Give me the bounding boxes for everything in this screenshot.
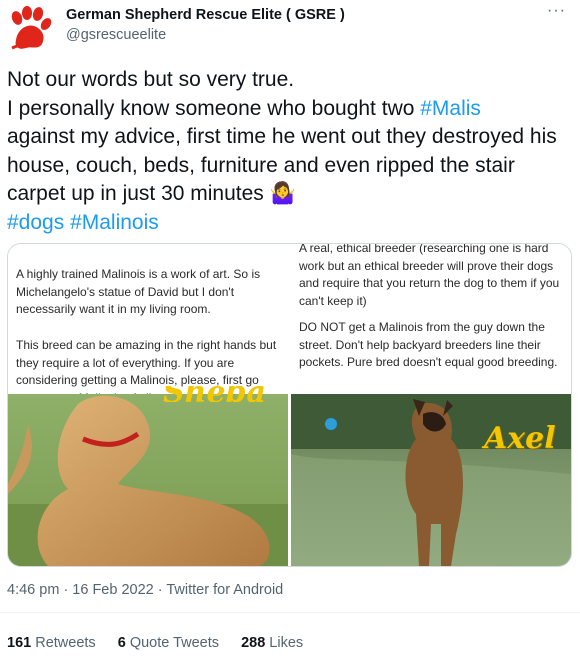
shrug-emoji: 🤷‍♀️ <box>269 182 296 205</box>
retweets-count: 161 <box>7 635 32 651</box>
image-caption: A highly trained Malinois is a work of a… <box>8 244 288 405</box>
likes-label: Likes <box>269 635 304 651</box>
tweet-source[interactable]: Twitter for Android <box>166 582 283 598</box>
dog-photo <box>8 394 288 566</box>
quote-tweets-link[interactable]: 6 Quote Tweets <box>118 635 219 651</box>
likes-count: 288 <box>241 635 266 651</box>
separator-dot: · <box>63 582 73 598</box>
likes-link[interactable]: 288 Likes <box>241 635 303 651</box>
dog-photo <box>291 394 571 566</box>
tweet-media[interactable]: A highly trained Malinois is a work of a… <box>7 243 572 567</box>
dog-name-label: Sheba <box>163 386 266 402</box>
author-name[interactable]: German Shepherd Rescue Elite ( GSRE ) <box>66 7 345 23</box>
caption-paragraph: A real, ethical breeder (researching one… <box>299 244 560 308</box>
tweet-line: Not our words but so very true. <box>7 68 295 91</box>
tweet-line: I personally know someone who bought two <box>7 96 421 120</box>
tweet-time[interactable]: 4:46 pm <box>7 582 59 598</box>
tweet-meta: 4:46 pm · 16 Feb 2022 · Twitter for Andr… <box>7 582 283 598</box>
author-handle[interactable]: @gsrescueelite <box>66 27 166 43</box>
image-caption: A real, ethical breeder (researching one… <box>291 244 571 402</box>
paw-print-icon[interactable] <box>6 4 54 52</box>
dog-name-label: Axel <box>484 421 556 456</box>
tweet-text: Not our words but so very true. I person… <box>7 66 567 237</box>
hashtag-malinois-link[interactable]: #Malinois <box>70 211 159 234</box>
quote-tweets-label: Quote Tweets <box>129 635 220 651</box>
retweets-label: Retweets <box>35 635 96 651</box>
hashtag-dogs-link[interactable]: #dogs <box>7 211 64 234</box>
media-image-right[interactable]: A real, ethical breeder (researching one… <box>291 244 571 566</box>
hashtag-malis-link[interactable]: #Malis <box>420 97 481 120</box>
quote-tweets-count: 6 <box>117 635 126 651</box>
caption-paragraph: DO NOT get a Malinois from the guy down … <box>299 320 558 369</box>
caption-paragraph: A highly trained Malinois is a work of a… <box>16 267 261 316</box>
media-image-left[interactable]: A highly trained Malinois is a work of a… <box>8 244 288 566</box>
tweet-stats: 161 Retweets 6 Quote Tweets 288 Likes <box>7 635 321 651</box>
tweet-header: German Shepherd Rescue Elite ( GSRE ) @g… <box>0 0 580 62</box>
tweet-date[interactable]: 16 Feb 2022 <box>72 582 153 598</box>
more-options-icon[interactable]: ··· <box>547 2 566 20</box>
retweets-link[interactable]: 161 Retweets <box>7 635 96 651</box>
divider <box>0 612 580 613</box>
